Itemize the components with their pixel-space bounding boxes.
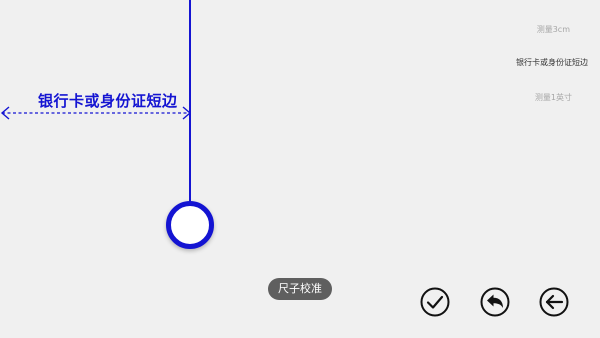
back-arrow-circle-icon <box>539 287 569 317</box>
confirm-button[interactable] <box>420 287 450 317</box>
option-measure-1inch[interactable]: 测量1英寸 <box>535 92 572 103</box>
ruler-calibration-button[interactable]: 尺子校准 <box>268 278 332 300</box>
ruler-stage[interactable]: 银行卡或身份证短边 测量3cm 银行卡或身份证短边 测量1英寸 尺子校准 <box>0 0 600 338</box>
ruler-indicator-line <box>189 0 191 204</box>
option-card-short-edge[interactable]: 银行卡或身份证短边 <box>516 57 588 68</box>
ruler-drag-handle[interactable] <box>166 201 214 249</box>
undo-arrow-icon <box>480 287 510 317</box>
back-button[interactable] <box>539 287 569 317</box>
checkmark-circle-icon <box>420 287 450 317</box>
measure-reference-label: 银行卡或身份证短边 <box>38 92 178 110</box>
option-measure-3cm[interactable]: 测量3cm <box>537 24 570 35</box>
undo-button[interactable] <box>480 287 510 317</box>
